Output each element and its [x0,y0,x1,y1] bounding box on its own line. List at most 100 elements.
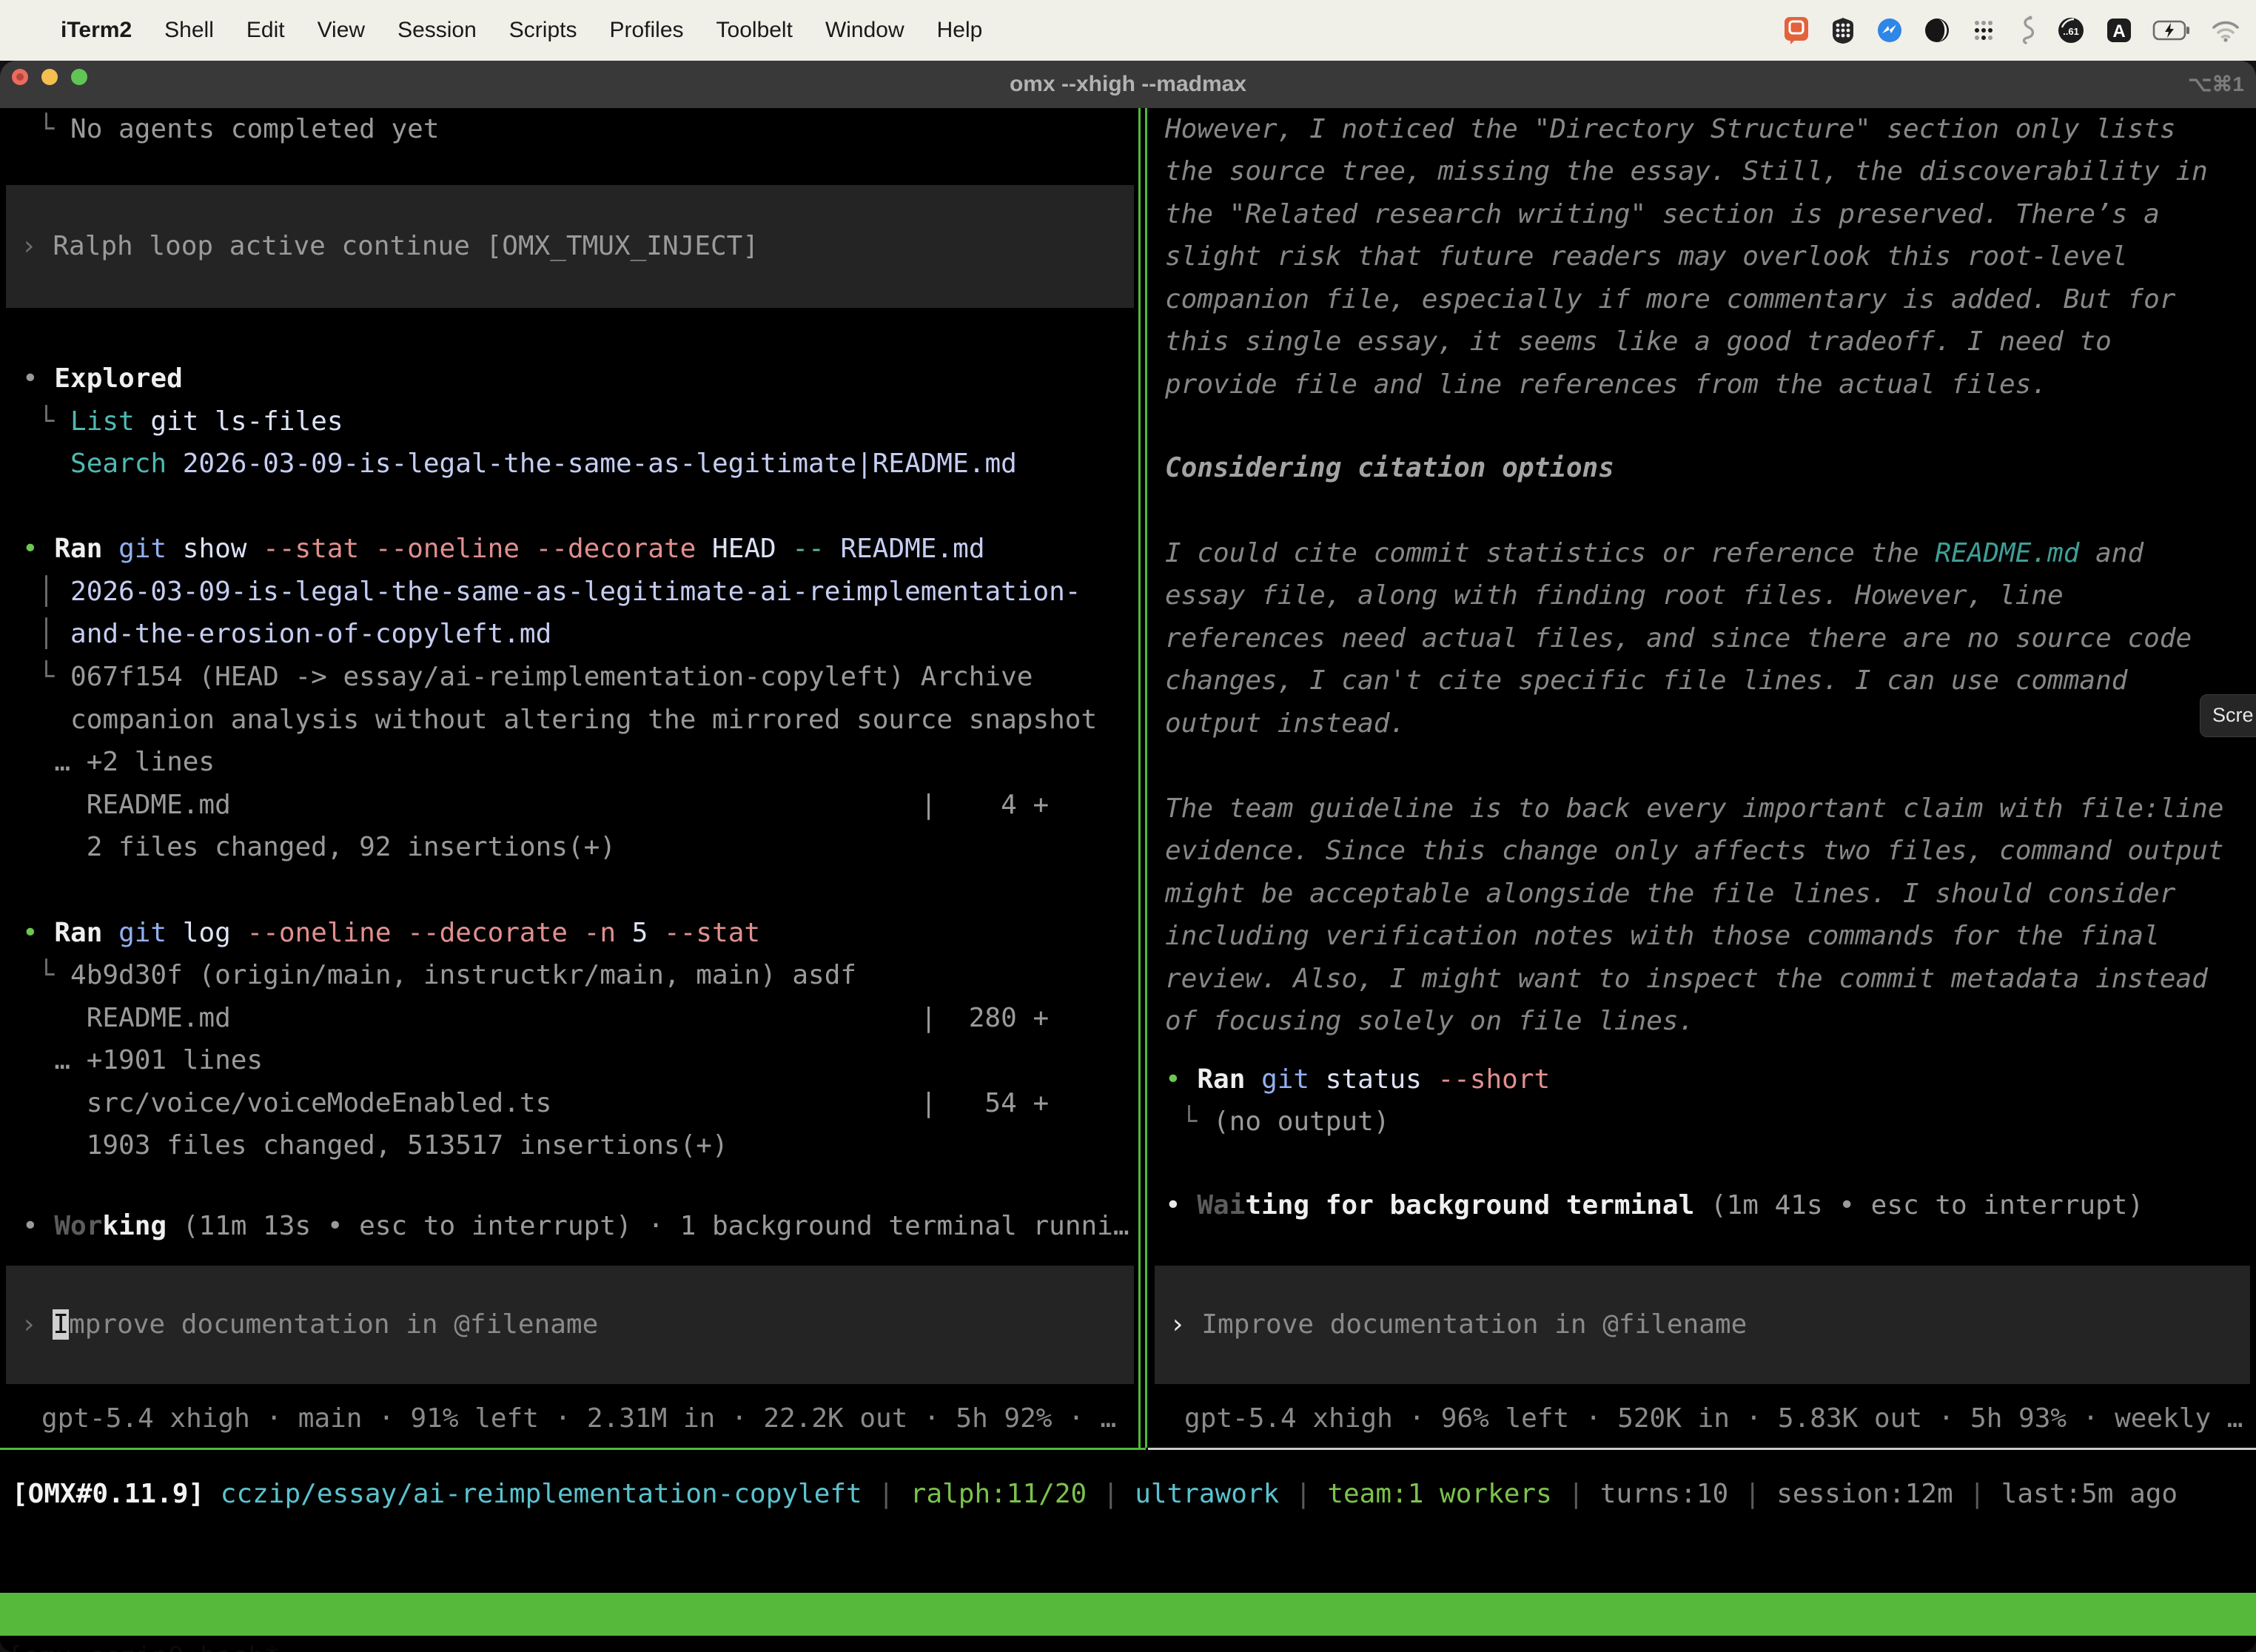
terminal-text-segment: --oneline [246,918,407,948]
terminal-text-segment: essay file, along with finding root file… [1165,580,2064,611]
input-source-icon[interactable]: A [2105,16,2133,44]
window-title-bar[interactable]: omx --xhigh --madmax ⌥⌘1 [0,61,2256,108]
terminal-text-segment: • [1165,1190,1197,1220]
terminal-text-segment: status [1326,1064,1438,1095]
terminal-text-segment: gpt-5.4 xhigh · main · 91% left · 2.31M … [41,1403,1116,1434]
terminal-content[interactable]: Scre [omx-cczip0:bash* "MacBook-Pro-44.l… [0,108,2256,1652]
battery-percent-icon[interactable]: ..61 [2056,16,2086,45]
terminal-line: … +1901 lines [22,1039,263,1082]
terminal-text-segment: • [1165,1064,1197,1095]
terminal-text-segment: including verification notes with those … [1165,921,2160,951]
terminal-text-segment: Wor [54,1211,102,1241]
terminal-text-segment: | [1552,1479,1600,1509]
menu-item-window[interactable]: Window [825,18,904,43]
terminal-text-segment: git [118,534,183,564]
menu-item-view[interactable]: View [318,18,365,43]
pie-chart-icon[interactable] [1923,16,1951,44]
terminal-line: the "Related research writing" section i… [1165,193,2160,236]
left-pane-bottom-border [0,1448,1146,1450]
prompt-input-right[interactable]: › Improve documentation in @filename [1155,1266,2250,1384]
terminal-text-segment: README.md [840,534,984,564]
dots-grid-icon[interactable] [1970,17,1997,44]
terminal-text-segment: │ [22,619,70,649]
terminal-line: might be acceptable alongside the file l… [1165,873,2175,916]
terminal-text-segment: ultrawork [1135,1479,1279,1509]
messenger-icon[interactable] [1876,16,1904,44]
iterm2-window: omx --xhigh --madmax ⌥⌘1 Scre [omx-cczip… [0,61,2256,1652]
terminal-text-segment: | [1953,1479,2001,1509]
terminal-text-segment: changes, I can't cite specific file line… [1165,665,2127,696]
model-status-right: gpt-5.4 xhigh · 96% left · 520K in · 5.8… [1184,1397,2243,1440]
right-pane-bottom-border [1148,1448,2256,1450]
terminal-text-segment: git ls-files [135,406,343,437]
terminal-text-segment: └ [1165,1107,1213,1137]
terminal-line: companion file, especially if more comme… [1165,278,2175,321]
terminal-text-segment: gpt-5.4 xhigh · 96% left · 520K in · 5.8… [1184,1403,2243,1434]
svg-text:A: A [2112,21,2125,41]
terminal-text-segment: └ [22,114,70,144]
terminal-text-segment: No agents completed yet [70,114,440,144]
terminal-text-segment: • [22,918,54,948]
terminal-text-segment: session:12m [1776,1479,1953,1509]
menu-item-help[interactable]: Help [937,18,983,43]
hook-icon[interactable] [2016,16,2037,45]
terminal-text-segment: Search [70,449,167,479]
battery-icon[interactable] [2152,19,2191,42]
terminal-line: the source tree, missing the essay. Stil… [1165,150,2208,193]
terminal-text-segment: › [21,231,53,261]
terminal-line: 2 files changed, 92 insertions(+) [22,826,616,869]
terminal-text-segment: -n [584,918,632,948]
prompt-input-left-text: › Improve documentation in @filename [21,1303,598,1346]
terminal-line: │ and-the-erosion-of-copyleft.md [22,613,551,656]
menu-item-scripts[interactable]: Scripts [509,18,577,43]
screen-tooltip[interactable]: Scre [2200,694,2256,737]
terminal-text-segment: --stat [263,534,375,564]
terminal-text-segment: --stat [664,918,760,948]
tmux-status-bar: [omx-cczip0:bash* "MacBook-Pro-44.local"… [0,1593,2256,1636]
wifi-icon[interactable] [2210,19,2241,42]
terminal-text-segment: the source tree, missing the essay. Stil… [1165,156,2208,187]
terminal-text-segment: 1903 files changed, 513517 insertions(+) [22,1130,728,1161]
terminal-text-segment: (no output) [1213,1107,1389,1137]
keypad-shield-icon[interactable] [1830,16,1856,44]
ralph-loop-banner[interactable]: › Ralph loop active continue [OMX_TMUX_I… [6,185,1134,308]
terminal-text-segment: Improve documentation in @filename [1201,1309,1747,1340]
terminal-line: The team guideline is to back every impo… [1165,788,2223,830]
pane-divider-line-2[interactable] [1145,108,1147,1448]
window-title: omx --xhigh --madmax [0,61,2256,108]
terminal-line: including verification notes with those … [1165,915,2160,958]
omx-status-line: [OMX#0.11.9] cczip/essay/ai-reimplementa… [12,1473,2178,1516]
terminal-text-segment: companion analysis without altering the … [22,705,1097,735]
terminal-text-segment: team:1 workers [1327,1479,1551,1509]
terminal-text-segment: ting for background terminal [1245,1190,1711,1220]
terminal-text-segment: (11m 13s • esc to interrupt) · 1 backgro… [167,1211,1129,1241]
prompt-input-right-text: › Improve documentation in @filename [1169,1303,1747,1346]
tmux-session-label: [omx-cczip0:bash* [7,1636,280,1652]
terminal-text-segment: --oneline [375,534,536,564]
menu-item-iterm2[interactable]: iTerm2 [61,18,132,43]
terminal-text-segment: 067f154 (HEAD -> essay/ai-reimplementati… [70,662,1033,692]
terminal-line: changes, I can't cite specific file line… [1165,659,2127,702]
terminal-line: • Ran git log --oneline --decorate -n 5 … [22,912,760,955]
menu-item-toolbelt[interactable]: Toolbelt [716,18,793,43]
prompt-input-left[interactable]: › Improve documentation in @filename [6,1266,1134,1384]
chat-app-icon[interactable] [1782,16,1810,45]
terminal-text-segment: └ [22,406,70,437]
terminal-line: essay file, along with finding root file… [1165,574,2064,617]
terminal-text-segment: └ [22,960,70,990]
terminal-text-segment: review. Also, I might want to inspect th… [1165,964,2208,994]
menu-item-session[interactable]: Session [397,18,477,43]
terminal-text-segment: | [1087,1479,1135,1509]
terminal-line: 1903 files changed, 513517 insertions(+) [22,1124,728,1167]
terminal-line: Search 2026-03-09-is-legal-the-same-as-l… [22,443,1017,486]
pane-divider-line[interactable] [1138,108,1141,1448]
terminal-line: src/voice/voiceModeEnabled.ts | 54 + [22,1082,1049,1125]
terminal-text-segment: › [21,1309,53,1340]
menu-item-shell[interactable]: Shell [164,18,214,43]
status-icons-container: ..61 A [1782,16,2256,45]
menu-item-profiles[interactable]: Profiles [609,18,683,43]
menu-item-edit[interactable]: Edit [246,18,285,43]
terminal-text-segment: git [1261,1064,1326,1095]
terminal-text-segment: git [118,918,183,948]
terminal-text-segment: README.md | 4 + [22,790,1049,820]
